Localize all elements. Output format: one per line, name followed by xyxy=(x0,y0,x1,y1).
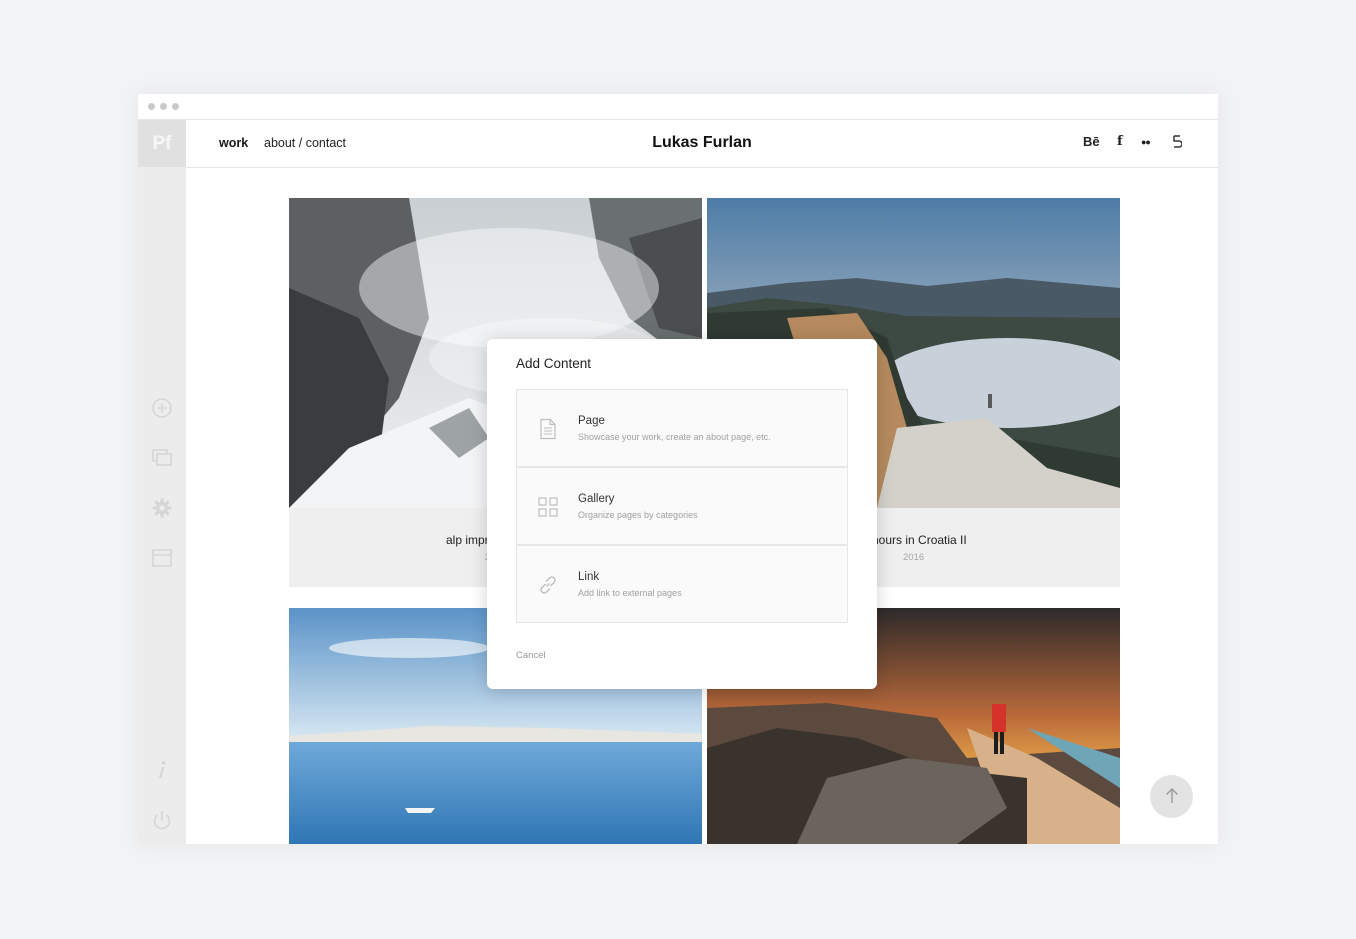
500px-icon[interactable] xyxy=(1172,135,1182,149)
window-dot xyxy=(148,103,155,110)
add-link-option[interactable]: Link Add link to external pages xyxy=(516,545,848,623)
site-title: Lukas Furlan xyxy=(652,134,752,151)
option-description: Add link to external pages xyxy=(578,588,682,598)
page-icon xyxy=(540,418,556,440)
settings-icon[interactable] xyxy=(150,496,174,520)
option-label: Page xyxy=(578,415,605,427)
option-description: Showcase your work, create an about page… xyxy=(578,432,771,442)
flickr-icon[interactable]: ●● xyxy=(1141,137,1151,147)
add-page-option[interactable]: Page Showcase your work, create an about… xyxy=(516,389,848,467)
gallery-title: alp impr xyxy=(446,533,489,547)
option-label: Link xyxy=(578,571,600,583)
add-gallery-option[interactable]: Gallery Organize pages by categories xyxy=(516,467,848,545)
cancel-button[interactable]: Cancel xyxy=(516,650,546,661)
scroll-to-top-button[interactable] xyxy=(1150,775,1193,818)
arrow-up-icon xyxy=(1166,788,1178,803)
facebook-icon[interactable]: f xyxy=(1117,134,1123,149)
link-icon xyxy=(540,576,556,594)
window-chrome xyxy=(138,94,1218,120)
behance-icon[interactable]: Bē xyxy=(1083,134,1100,149)
gallery-title: hours in Croatia II xyxy=(872,533,967,547)
option-label: Gallery xyxy=(578,493,615,505)
portfolio-logo[interactable]: Pf xyxy=(138,120,186,167)
power-icon[interactable] xyxy=(150,808,174,832)
dialog-title: Add Content xyxy=(516,356,592,371)
window-dot xyxy=(172,103,179,110)
gallery-year: 2016 xyxy=(903,552,925,563)
add-content-dialog: Add Content Page Showcase your work, cre… xyxy=(487,339,877,689)
add-icon[interactable] xyxy=(150,396,174,420)
info-icon[interactable] xyxy=(150,758,174,782)
browser-window: Pf work about / contact Lukas Furlan Bē … xyxy=(138,94,1218,844)
window-dot xyxy=(160,103,167,110)
editor-sidebar: Pf xyxy=(138,120,186,844)
option-description: Organize pages by categories xyxy=(578,510,698,520)
layout-icon[interactable] xyxy=(150,546,174,570)
pages-icon[interactable] xyxy=(150,446,174,470)
site-header: work about / contact Lukas Furlan Bē f ●… xyxy=(186,120,1218,168)
grid-icon xyxy=(538,497,558,517)
